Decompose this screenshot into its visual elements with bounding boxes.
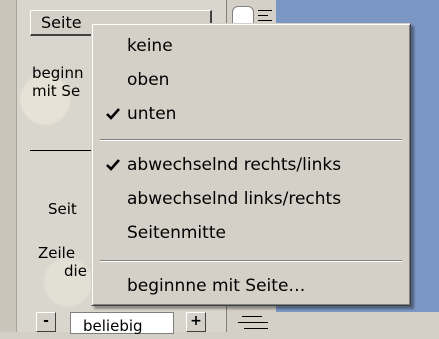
menu-separator — [100, 139, 402, 141]
menu-item-abwechselnd-links-rechts[interactable]: abwechselnd links/rechts — [95, 182, 407, 216]
decrement-label: - — [43, 313, 49, 329]
dialog-left-edge — [0, 0, 17, 332]
checkmark-icon — [106, 108, 120, 120]
menu-item-unten[interactable]: unten — [95, 97, 407, 131]
increment-button[interactable]: + — [186, 312, 206, 332]
menu-item-label: beginnne mit Seite… — [127, 276, 306, 296]
page-number-input[interactable]: beliebig — [70, 312, 174, 335]
begin-label-line2: mit Se — [32, 82, 81, 100]
menu-item-label: abwechselnd rechts/links — [127, 155, 342, 175]
menu-item-oben[interactable]: oben — [95, 63, 407, 97]
divider — [30, 150, 100, 151]
menu-item-label: abwechselnd links/rechts — [127, 189, 342, 209]
lines-label-line2: die — [64, 262, 87, 280]
page-button-label: Seite — [41, 13, 82, 32]
menu-item-label: oben — [127, 70, 170, 90]
context-menu: keine oben unten abwechselnd rechts/link… — [91, 23, 411, 306]
lines-label-line1: Zeile — [38, 244, 76, 262]
menu-item-keine[interactable]: keine — [95, 29, 407, 63]
bottom-strip — [276, 312, 439, 332]
menu-item-seitenmitte[interactable]: Seitenmitte — [95, 216, 407, 250]
increment-label: + — [190, 313, 202, 329]
menu-separator — [100, 260, 402, 262]
menu-item-label: unten — [127, 104, 177, 124]
page-number-value: beliebig — [83, 317, 143, 335]
checkmark-icon — [106, 159, 120, 171]
menu-item-beginne-mit-seite[interactable]: beginnne mit Seite… — [95, 269, 407, 303]
begin-label-line1: beginn — [32, 64, 84, 82]
menu-item-abwechselnd-rechts-links[interactable]: abwechselnd rechts/links — [95, 148, 407, 182]
decrement-button[interactable]: - — [36, 312, 56, 332]
menu-item-label: keine — [127, 36, 173, 56]
page-label: Seit — [48, 200, 77, 218]
lines-icon[interactable] — [238, 312, 274, 332]
menu-item-label: Seitenmitte — [127, 223, 226, 243]
